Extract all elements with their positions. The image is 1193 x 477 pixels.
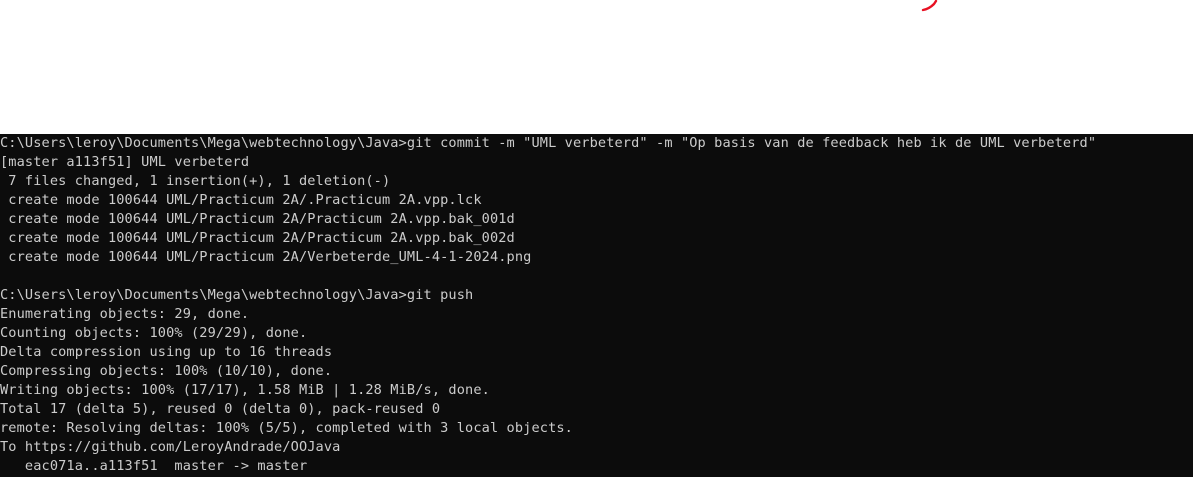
terminal-line: remote: Resolving deltas: 100% (5/5), co… (0, 420, 573, 436)
terminal-line: To https://github.com/LeroyAndrade/OOJav… (0, 439, 341, 455)
terminal-line: Counting objects: 100% (29/29), done. (0, 325, 308, 341)
terminal-line: Enumerating objects: 29, done. (0, 306, 250, 322)
terminal-line: eac071a..a113f51 master -> master (0, 458, 308, 474)
terminal-line: 7 files changed, 1 insertion(+), 1 delet… (0, 173, 391, 189)
terminal-line: Writing objects: 100% (17/17), 1.58 MiB … (0, 382, 490, 398)
terminal-line: C:\Users\leroy\Documents\Mega\webtechnol… (0, 287, 474, 303)
terminal-line: create mode 100644 UML/Practicum 2A/Prac… (0, 230, 515, 246)
terminal-line: Delta compression using up to 16 threads (0, 344, 333, 360)
red-ink-mark (921, 0, 938, 12)
terminal-window[interactable]: C:\Users\leroy\Documents\Mega\webtechnol… (0, 134, 1193, 477)
top-blank-area (0, 0, 1193, 134)
terminal-line: [master a113f51] UML verbeterd (0, 154, 250, 170)
terminal-output: C:\Users\leroy\Documents\Mega\webtechnol… (0, 134, 1193, 476)
terminal-line: C:\Users\leroy\Documents\Mega\webtechnol… (0, 135, 1097, 151)
terminal-line: create mode 100644 UML/Practicum 2A/.Pra… (0, 192, 482, 208)
terminal-line: create mode 100644 UML/Practicum 2A/Verb… (0, 249, 532, 265)
terminal-line: Compressing objects: 100% (10/10), done. (0, 363, 333, 379)
terminal-line: create mode 100644 UML/Practicum 2A/Prac… (0, 211, 515, 227)
terminal-line: Total 17 (delta 5), reused 0 (delta 0), … (0, 401, 441, 417)
